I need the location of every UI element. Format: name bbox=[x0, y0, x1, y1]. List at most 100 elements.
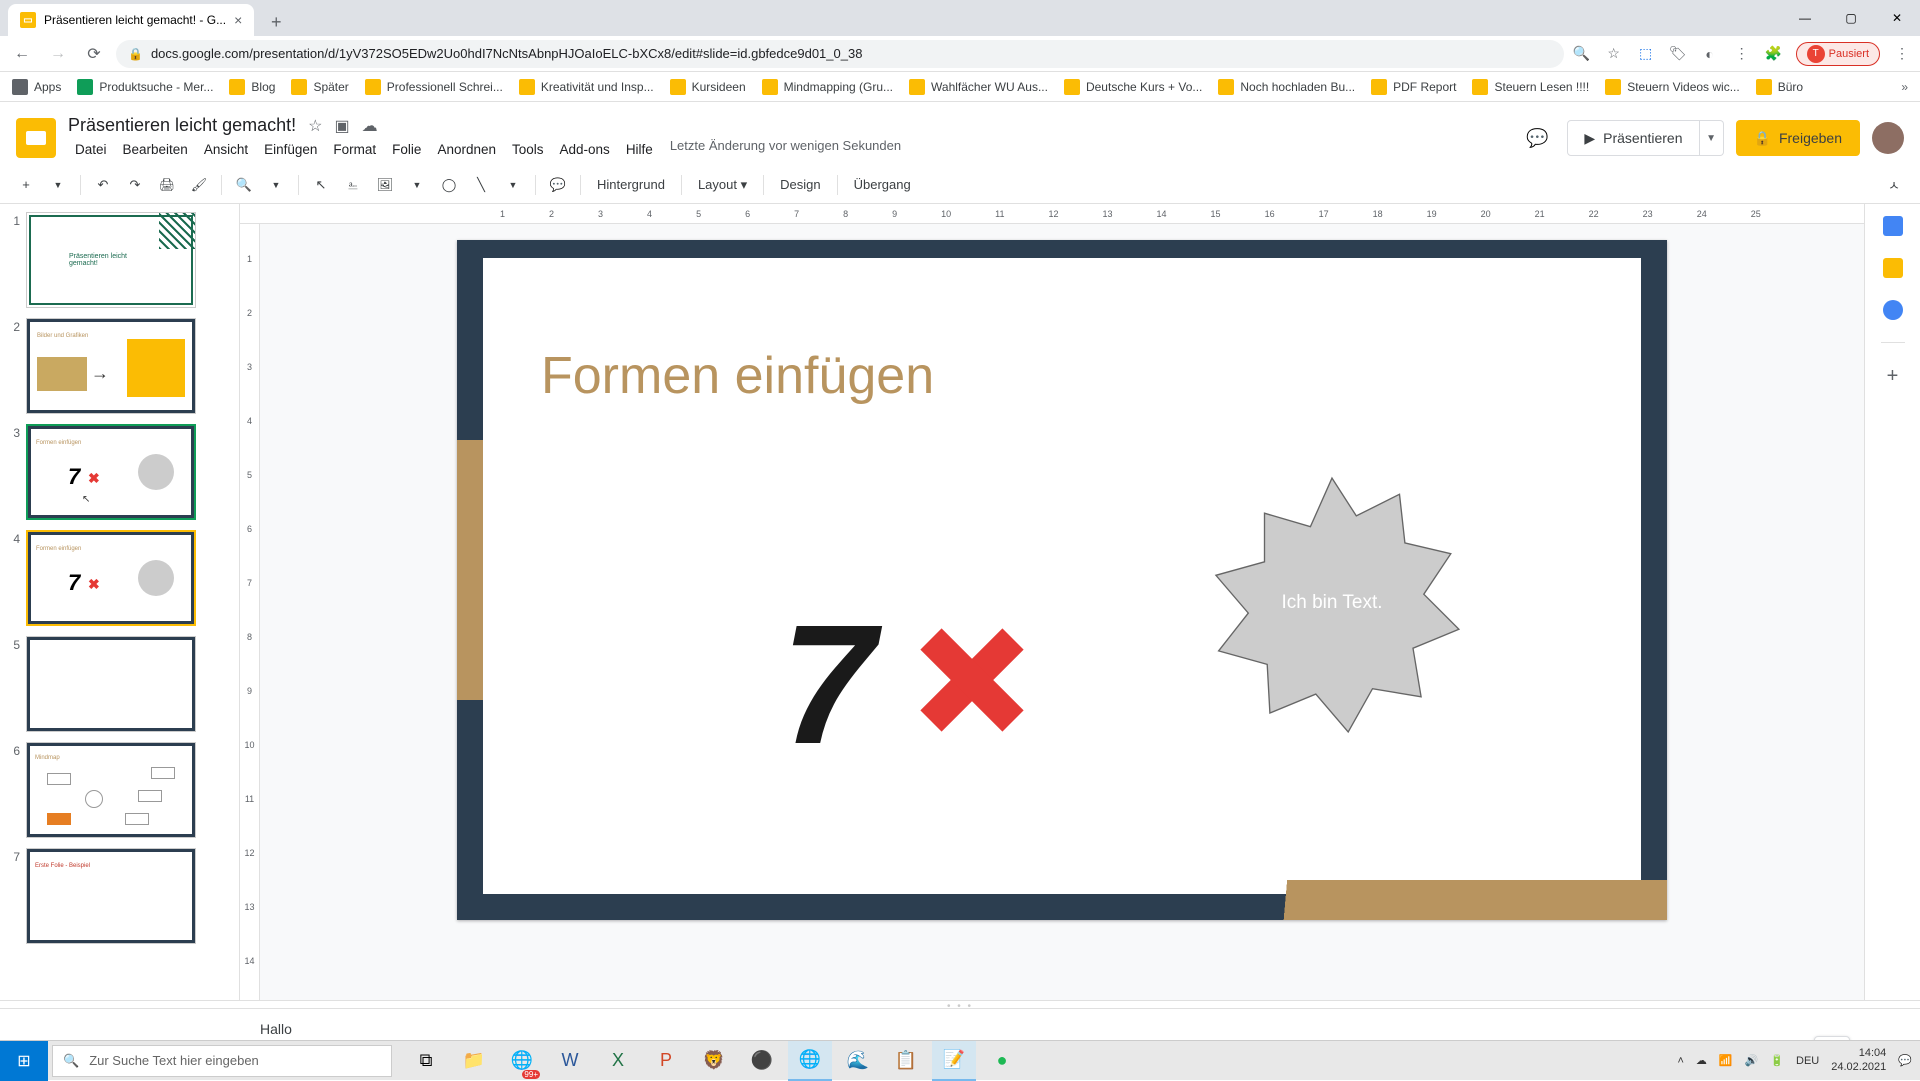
bookmark-item[interactable]: Kursideen bbox=[670, 79, 746, 95]
menu-bearbeiten[interactable]: Bearbeiten bbox=[116, 138, 195, 161]
edge-icon[interactable]: 🌊 bbox=[836, 1041, 880, 1081]
bookmark-item[interactable]: Steuern Videos wic... bbox=[1605, 79, 1740, 95]
brave-icon[interactable]: 🦁 bbox=[692, 1041, 736, 1081]
slide-thumbnail-7[interactable]: Erste Folie - Beispiel bbox=[26, 848, 196, 944]
battery-icon[interactable]: 🔋 bbox=[1770, 1054, 1784, 1067]
notes-text[interactable]: Hallo bbox=[260, 1021, 292, 1037]
profile-paused-badge[interactable]: T Pausiert bbox=[1796, 42, 1880, 66]
slide-thumbnail-5[interactable] bbox=[26, 636, 196, 732]
select-tool[interactable]: ↖ bbox=[307, 171, 335, 199]
new-slide-dropdown[interactable]: ▼ bbox=[44, 171, 72, 199]
bookmark-item[interactable]: Büro bbox=[1756, 79, 1803, 95]
zoom-dropdown[interactable]: ▼ bbox=[262, 171, 290, 199]
bookmark-item[interactable]: Wahlfächer WU Aus... bbox=[909, 79, 1048, 95]
menu-anordnen[interactable]: Anordnen bbox=[430, 138, 503, 161]
menu-addons[interactable]: Add-ons bbox=[553, 138, 617, 161]
slides-logo-icon[interactable] bbox=[16, 118, 56, 158]
spotify-icon[interactable]: ● bbox=[980, 1041, 1024, 1081]
share-button[interactable]: 🔒 Freigeben bbox=[1736, 120, 1860, 156]
menu-format[interactable]: Format bbox=[326, 138, 383, 161]
reader-icon[interactable]: ◐ bbox=[1700, 44, 1720, 64]
obs-icon[interactable]: ⚫ bbox=[740, 1041, 784, 1081]
vertical-ruler[interactable]: 1234567891011121314 bbox=[240, 224, 260, 1000]
close-window-button[interactable]: ✕ bbox=[1874, 0, 1920, 36]
bookmark-item[interactable]: Professionell Schrei... bbox=[365, 79, 503, 95]
edge-legacy-icon[interactable]: 🌐99+ bbox=[500, 1041, 544, 1081]
bookmark-item[interactable]: Noch hochladen Bu... bbox=[1218, 79, 1355, 95]
notepad-icon[interactable]: 📝 bbox=[932, 1041, 976, 1081]
zoom-icon[interactable]: 🔍 bbox=[1572, 44, 1592, 64]
undo-button[interactable]: ↶ bbox=[89, 171, 117, 199]
keep-icon[interactable] bbox=[1883, 258, 1903, 278]
big-number-shape[interactable]: 7 bbox=[781, 600, 876, 770]
word-icon[interactable]: W bbox=[548, 1041, 592, 1081]
cloud-status-icon[interactable]: ☁ bbox=[362, 116, 378, 136]
menu-einfuegen[interactable]: Einfügen bbox=[257, 138, 324, 161]
slide-canvas[interactable]: Formen einfügen 7 Ich bin Text. bbox=[260, 224, 1864, 1000]
present-dropdown[interactable]: ▼ bbox=[1700, 120, 1724, 156]
task-view-icon[interactable]: ⧉ bbox=[404, 1041, 448, 1081]
wifi-icon[interactable]: 📶 bbox=[1719, 1054, 1733, 1067]
new-tab-button[interactable]: + bbox=[262, 8, 290, 36]
calendar-icon[interactable] bbox=[1883, 216, 1903, 236]
maximize-button[interactable]: ▢ bbox=[1828, 0, 1874, 36]
clock[interactable]: 14:04 24.02.2021 bbox=[1831, 1047, 1886, 1073]
line-dropdown[interactable]: ▼ bbox=[499, 171, 527, 199]
menu-datei[interactable]: Datei bbox=[68, 138, 114, 161]
image-tool[interactable]: 🖼 bbox=[371, 171, 399, 199]
extension-icon[interactable]: 🏷 bbox=[1668, 44, 1688, 64]
star-doc-icon[interactable]: ☆ bbox=[308, 116, 322, 136]
volume-icon[interactable]: 🔊 bbox=[1745, 1054, 1759, 1067]
slide-thumbnail-3[interactable]: Formen einfügen 7✖ ↖ bbox=[26, 424, 196, 520]
comments-button[interactable]: 💬 bbox=[1519, 120, 1555, 156]
slide-thumbnail-6[interactable]: Mindmap bbox=[26, 742, 196, 838]
notifications-icon[interactable]: 💬 bbox=[1898, 1054, 1912, 1067]
image-dropdown[interactable]: ▼ bbox=[403, 171, 431, 199]
menu-tools[interactable]: Tools bbox=[505, 138, 551, 161]
red-cross-shape[interactable] bbox=[917, 630, 1017, 730]
forward-button[interactable]: → bbox=[44, 40, 72, 68]
bookmark-item[interactable]: Blog bbox=[229, 79, 275, 95]
star-icon[interactable]: ☆ bbox=[1604, 44, 1624, 64]
menu-ansicht[interactable]: Ansicht bbox=[197, 138, 255, 161]
menu-folie[interactable]: Folie bbox=[385, 138, 428, 161]
bookmark-item[interactable]: Steuern Lesen !!!! bbox=[1472, 79, 1589, 95]
textbox-tool[interactable]: ⎁ bbox=[339, 171, 367, 199]
line-tool[interactable]: ╲ bbox=[467, 171, 495, 199]
background-button[interactable]: Hintergrund bbox=[589, 177, 673, 192]
bookmark-item[interactable]: Mindmapping (Gru... bbox=[762, 79, 893, 95]
browser-tab[interactable]: ▭ Präsentieren leicht gemacht! - G... × bbox=[8, 4, 254, 36]
move-doc-icon[interactable]: ▣ bbox=[334, 116, 349, 136]
present-button[interactable]: ▶ Präsentieren bbox=[1567, 120, 1699, 156]
language-indicator[interactable]: DEU bbox=[1796, 1055, 1819, 1067]
comment-tool[interactable]: 💬 bbox=[544, 171, 572, 199]
new-slide-button[interactable]: + bbox=[12, 171, 40, 199]
slide-thumbnail-2[interactable]: Bilder und Grafiken → bbox=[26, 318, 196, 414]
back-button[interactable]: ← bbox=[8, 40, 36, 68]
thumbnail-panel[interactable]: 1 Präsentieren leicht gemacht! 🔗 2 Bilde… bbox=[0, 204, 240, 1000]
collapse-toolbar-icon[interactable]: ㅅ bbox=[1880, 171, 1908, 199]
bookmark-item[interactable]: Produktsuche - Mer... bbox=[77, 79, 213, 95]
explorer-icon[interactable]: 📁 bbox=[452, 1041, 496, 1081]
layout-button[interactable]: Layout ▾ bbox=[690, 177, 755, 193]
last-edit-text[interactable]: Letzte Änderung vor wenigen Sekunden bbox=[670, 138, 901, 161]
chrome-icon[interactable]: 🌐 bbox=[788, 1041, 832, 1081]
star-shape[interactable]: Ich bin Text. bbox=[1197, 470, 1467, 740]
bookmark-item[interactable]: Später bbox=[291, 79, 348, 95]
horizontal-ruler[interactable]: 1234567891011121314151617181920212223242… bbox=[240, 204, 1864, 224]
start-button[interactable]: ⊞ bbox=[0, 1041, 48, 1081]
powerpoint-icon[interactable]: P bbox=[644, 1041, 688, 1081]
tasks-icon[interactable] bbox=[1883, 300, 1903, 320]
slide[interactable]: Formen einfügen 7 Ich bin Text. bbox=[457, 240, 1667, 920]
minimize-button[interactable]: — bbox=[1782, 0, 1828, 36]
menu-hilfe[interactable]: Hilfe bbox=[619, 138, 660, 161]
shape-text[interactable]: Ich bin Text. bbox=[1281, 592, 1382, 614]
qr-icon[interactable]: ⬚ bbox=[1636, 44, 1656, 64]
redo-button[interactable]: ↷ bbox=[121, 171, 149, 199]
zoom-button[interactable]: 🔍 bbox=[230, 171, 258, 199]
bookmarks-overflow-icon[interactable]: » bbox=[1901, 80, 1908, 94]
shape-tool[interactable]: ◯ bbox=[435, 171, 463, 199]
bookmark-item[interactable]: Kreativität und Insp... bbox=[519, 79, 654, 95]
user-avatar[interactable] bbox=[1872, 122, 1904, 154]
onedrive-icon[interactable]: ☁ bbox=[1696, 1054, 1707, 1067]
